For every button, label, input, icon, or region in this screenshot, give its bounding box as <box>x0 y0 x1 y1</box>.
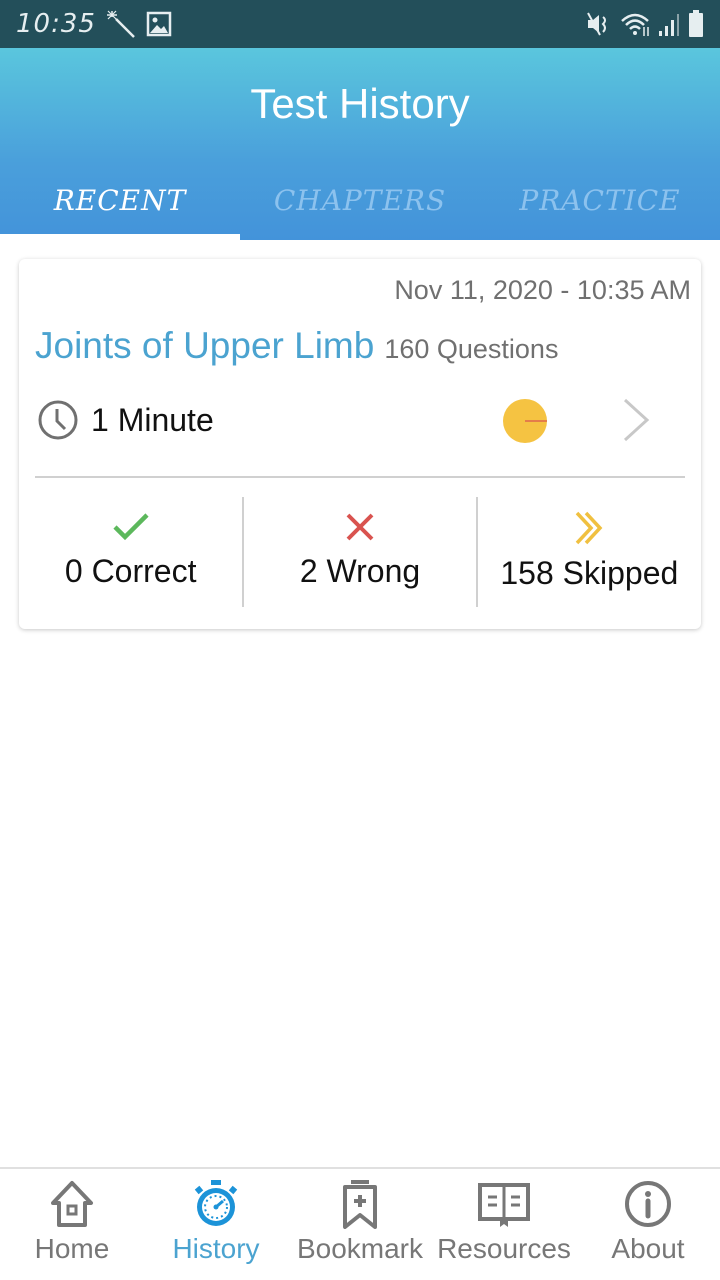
stats-row: 0 Correct 2 Wrong 158 Skipped <box>19 497 701 609</box>
check-icon <box>113 513 149 541</box>
stat-skipped: 158 Skipped <box>478 497 701 609</box>
bookmark-icon <box>343 1180 377 1229</box>
nav-resources[interactable]: Resources <box>432 1169 576 1280</box>
score-pie <box>503 399 547 443</box>
nav-about[interactable]: About <box>576 1169 720 1280</box>
bottom-nav: Home History Bookmark Resources About <box>0 1167 720 1280</box>
nav-label-home: Home <box>34 1233 110 1264</box>
double-chevron-icon <box>576 511 603 545</box>
nav-label-resources: Resources <box>437 1233 571 1264</box>
status-bar: 10:35 <box>0 0 720 48</box>
home-icon <box>51 1181 93 1227</box>
correct-count: 0 Correct <box>64 553 197 589</box>
mute-icon <box>587 12 606 36</box>
chevron-right-icon[interactable] <box>619 397 653 443</box>
clock-icon <box>38 400 78 440</box>
signal-icon <box>659 14 679 36</box>
stopwatch-icon <box>194 1180 238 1226</box>
skipped-count: 158 Skipped <box>500 555 679 591</box>
duration-text: 1 Minute <box>91 401 214 438</box>
question-count: 160 Questions <box>384 334 559 364</box>
nav-label-history: History <box>172 1233 260 1264</box>
app-header: Test History RECENT CHAPTERS PRACTICE <box>0 48 720 240</box>
battery-icon <box>689 10 703 37</box>
info-icon <box>625 1181 671 1227</box>
nav-bookmark[interactable]: Bookmark <box>288 1169 432 1280</box>
stat-correct: 0 Correct <box>19 497 242 609</box>
card-divider <box>35 476 685 478</box>
cross-icon <box>346 513 374 541</box>
nav-label-bookmark: Bookmark <box>296 1233 424 1264</box>
tab-recent[interactable]: RECENT <box>0 160 240 240</box>
nav-history[interactable]: History <box>144 1169 288 1280</box>
test-date: Nov 11, 2020 - 10:35 AM <box>394 275 691 305</box>
magic-wand-icon <box>106 10 135 38</box>
wifi-icon <box>621 13 649 36</box>
tab-bar: RECENT CHAPTERS PRACTICE <box>0 160 720 240</box>
image-icon <box>146 11 172 37</box>
wrong-count: 2 Wrong <box>299 553 421 589</box>
test-title: Joints of Upper Limb <box>35 325 375 366</box>
duration-row: 1 Minute <box>37 399 214 441</box>
status-time: 10:35 <box>16 9 96 39</box>
tab-chapters[interactable]: CHAPTERS <box>240 160 480 240</box>
history-card[interactable]: Nov 11, 2020 - 10:35 AM Joints of Upper … <box>19 259 701 629</box>
stat-wrong: 2 Wrong <box>244 497 475 609</box>
page-title: Test History <box>250 80 470 127</box>
test-title-row: Joints of Upper Limb 160 Questions <box>35 325 558 367</box>
nav-label-about: About <box>611 1233 685 1264</box>
tab-practice[interactable]: PRACTICE <box>480 160 720 240</box>
book-icon <box>478 1183 530 1227</box>
nav-home[interactable]: Home <box>0 1169 144 1280</box>
